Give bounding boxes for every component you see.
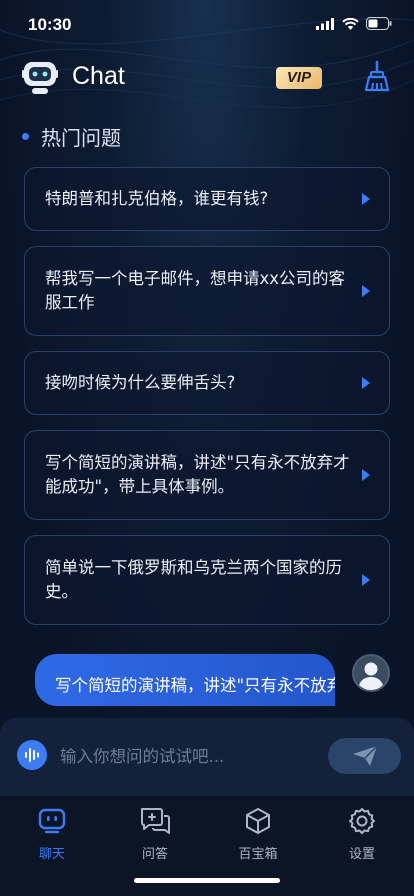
play-arrow-icon <box>362 469 370 481</box>
tab-label: 百宝箱 <box>238 847 278 862</box>
status-bar: 10:30 <box>0 0 414 48</box>
question-card[interactable]: 简单说一下俄罗斯和乌克兰两个国家的历史。 <box>24 535 390 625</box>
question-card[interactable]: 特朗普和扎克伯格，谁更有钱? <box>24 167 390 231</box>
section-label: 热门问题 <box>41 126 121 150</box>
tab-label: 问答 <box>141 847 168 862</box>
question-card[interactable]: 帮我写一个电子邮件，想申请xx公司的客服工作 <box>24 246 390 336</box>
play-arrow-icon <box>362 285 370 297</box>
qa-icon <box>141 808 170 834</box>
voice-wave-icon[interactable] <box>17 740 47 770</box>
app-title: Chat <box>72 62 125 90</box>
user-avatar-icon <box>358 662 384 690</box>
box-icon <box>246 808 270 834</box>
home-indicator <box>134 878 280 883</box>
question-text: 帮我写一个电子邮件，想申请xx公司的客服工作 <box>45 269 346 312</box>
user-avatar[interactable] <box>352 654 390 692</box>
tab-toolbox[interactable]: 百宝箱 <box>218 806 298 862</box>
tab-settings[interactable]: 设置 <box>322 806 402 862</box>
play-arrow-icon <box>362 377 370 389</box>
signal-icon <box>316 17 334 30</box>
status-time: 10:30 <box>28 15 72 34</box>
wifi-icon <box>342 17 359 30</box>
user-message-bubble: 写个简短的演讲稿，讲述"只有永不放弃才能成功"，带上具体事例。 <box>35 654 335 706</box>
gear-icon <box>349 808 375 834</box>
message-input[interactable] <box>60 738 320 774</box>
send-button[interactable] <box>328 738 401 774</box>
status-icons <box>316 17 392 30</box>
tab-chat[interactable]: 聊天 <box>12 806 92 862</box>
broom-clear-icon[interactable] <box>362 60 392 92</box>
tab-label: 设置 <box>348 847 375 862</box>
question-card[interactable]: 接吻时候为什么要伸舌头? <box>24 351 390 415</box>
chat-robot-icon <box>38 808 66 834</box>
question-text: 简单说一下俄罗斯和乌克兰两个国家的历史。 <box>45 558 342 601</box>
play-arrow-icon <box>362 193 370 205</box>
user-message-text: 写个简短的演讲稿，讲述"只有永不放弃才能成功"，带上具体事例。 <box>55 676 335 695</box>
send-icon <box>352 745 378 766</box>
tab-qa[interactable]: 问答 <box>115 806 195 862</box>
battery-icon <box>366 17 392 30</box>
section-title: 热门问题 <box>22 122 121 151</box>
question-text: 接吻时候为什么要伸舌头? <box>45 373 236 392</box>
question-text: 写个简短的演讲稿，讲述"只有永不放弃才能成功"，带上具体事例。 <box>45 453 350 496</box>
input-bar <box>0 718 414 796</box>
tab-label: 聊天 <box>38 847 65 862</box>
play-arrow-icon <box>362 574 370 586</box>
vip-badge[interactable]: VIP <box>276 67 322 89</box>
header: Chat VIP <box>0 56 414 100</box>
question-card[interactable]: 写个简短的演讲稿，讲述"只有永不放弃才能成功"，带上具体事例。 <box>24 430 390 520</box>
section-dot <box>22 133 29 140</box>
question-text: 特朗普和扎克伯格，谁更有钱? <box>45 189 269 208</box>
robot-logo-icon <box>22 62 58 94</box>
